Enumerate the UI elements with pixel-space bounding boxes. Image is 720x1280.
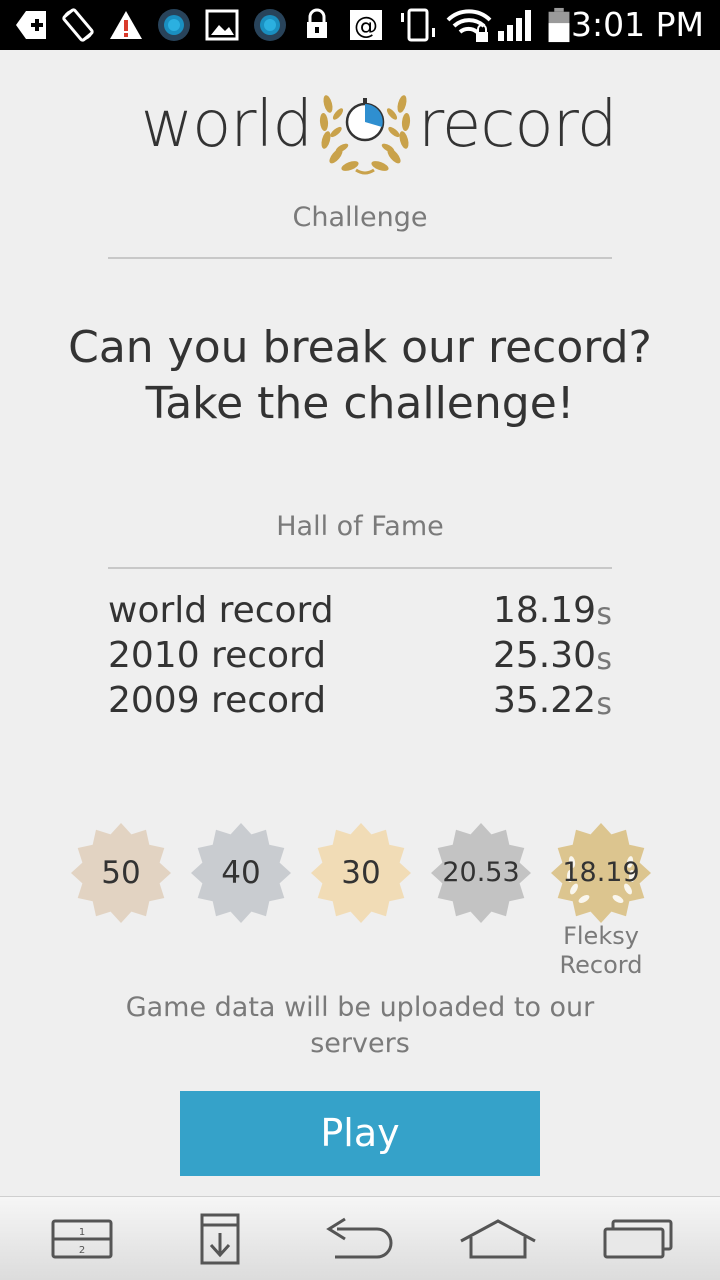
at-sign-icon: @ <box>350 10 382 40</box>
challenge-headline: Can you break our record? Take the chall… <box>0 320 720 432</box>
badge-value: 18.19 <box>562 857 640 888</box>
status-time: 3:01 PM <box>571 5 704 44</box>
app-circle-icon <box>254 9 286 41</box>
home-icon[interactable] <box>453 1213 543 1265</box>
record-name: 2009 record <box>108 680 327 721</box>
fleksy-record-label: Fleksy Record <box>550 922 652 980</box>
logo-word-world: world <box>140 88 313 162</box>
badge-value: 20.53 <box>442 857 520 888</box>
badge-50: 50 <box>70 822 172 924</box>
record-name: world record <box>108 590 334 631</box>
image-icon <box>205 9 239 41</box>
record-time: 18.19 <box>492 590 596 631</box>
logo-word-record: record <box>418 88 617 162</box>
challenge-label: Challenge <box>292 202 428 233</box>
record-unit: s <box>596 687 612 722</box>
upload-notice-line-1: Game data will be uploaded to our <box>125 992 595 1023</box>
add-icon <box>16 11 46 39</box>
badge-fleksy-record: 18.19 <box>550 822 652 924</box>
badge-30: 30 <box>310 822 412 924</box>
app-circle-icon <box>158 9 190 41</box>
badge-value: 50 <box>101 855 141 891</box>
navigation-bar: 1 2 <box>0 1196 720 1280</box>
badge-40: 40 <box>190 822 292 924</box>
divider <box>108 257 612 259</box>
fleksy-label-line-2: Record <box>559 951 643 979</box>
headline-line-2: Take the challenge! <box>145 378 575 429</box>
battery-icon <box>548 7 570 43</box>
record-name: 2010 record <box>108 635 327 676</box>
badge-value: 40 <box>221 855 261 891</box>
dual-window-number: 2 <box>79 1245 85 1256</box>
record-time: 35.22 <box>492 680 596 721</box>
hall-of-fame-row: 2009 record 35.22 s <box>108 680 612 725</box>
app-logo: world record <box>0 80 720 180</box>
divider <box>108 567 612 569</box>
hall-of-fame-row: 2010 record 25.30 s <box>108 635 612 680</box>
play-button[interactable]: Play <box>180 1091 540 1176</box>
record-unit: s <box>596 642 612 677</box>
badge-20-53: 20.53 <box>430 822 532 924</box>
status-bar: @ 3:01 PM <box>0 0 720 50</box>
vibrate-icon <box>401 8 435 42</box>
signal-icon <box>498 10 531 41</box>
record-time: 25.30 <box>492 635 596 676</box>
hall-of-fame-row: world record 18.19 s <box>108 590 612 635</box>
upload-notice: Game data will be uploaded to our server… <box>100 990 620 1062</box>
dual-window-icon[interactable]: 1 2 <box>37 1213 127 1265</box>
screen-rotation-icon <box>62 8 94 42</box>
back-icon[interactable] <box>315 1213 405 1265</box>
headline-line-1: Can you break our record? <box>68 322 652 373</box>
fleksy-label-line-1: Fleksy <box>563 922 639 950</box>
dual-window-number: 1 <box>79 1227 85 1238</box>
hall-of-fame-label: Hall of Fame <box>276 511 444 542</box>
download-icon[interactable] <box>175 1213 265 1265</box>
upload-notice-line-2: servers <box>310 1028 410 1059</box>
wifi-lock-icon <box>446 9 492 42</box>
lock-icon <box>307 8 327 38</box>
laurel-stopwatch-icon <box>319 95 411 175</box>
warning-icon <box>110 11 142 39</box>
badge-value: 30 <box>341 855 381 891</box>
svg-text:@: @ <box>354 12 378 40</box>
record-unit: s <box>596 597 612 632</box>
recent-apps-icon[interactable] <box>593 1213 683 1265</box>
